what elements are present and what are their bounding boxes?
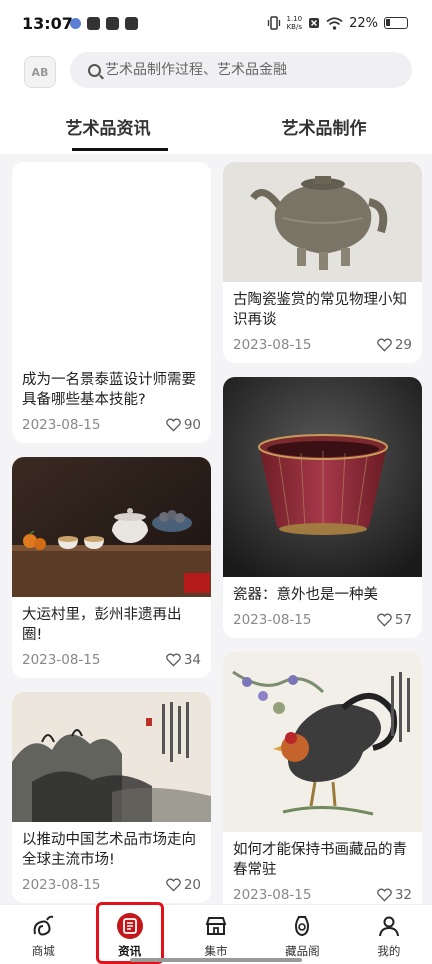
like-button[interactable]: 20 xyxy=(165,877,201,893)
rooster-painting-image xyxy=(223,652,422,832)
like-button[interactable]: 57 xyxy=(376,612,412,628)
mall-icon xyxy=(30,913,56,939)
heart-icon xyxy=(165,878,181,892)
article-title: 如何才能保持书画藏品的青春常驻 xyxy=(233,842,407,878)
article-card[interactable]: 大运村里，彭州非遗再出圈! 2023-08-15 34 xyxy=(12,457,211,678)
home-indicator xyxy=(130,958,302,962)
ancient-pot-image xyxy=(223,162,422,282)
article-card[interactable]: 成为一名景泰蓝设计师需要具备哪些基本技能? 2023-08-15 90 xyxy=(12,162,211,443)
article-title: 古陶瓷鉴赏的常见物理小知识再谈 xyxy=(233,292,407,328)
notification-icon xyxy=(70,18,81,29)
like-count: 90 xyxy=(183,417,201,433)
tea-set-image xyxy=(12,457,211,597)
profile-icon xyxy=(376,913,402,939)
article-date: 2023-08-15 xyxy=(233,887,312,903)
article-date: 2023-08-15 xyxy=(22,652,101,668)
ink-landscape-image xyxy=(12,692,211,822)
article-date: 2023-08-15 xyxy=(22,877,101,893)
like-count: 29 xyxy=(394,337,412,353)
like-count: 57 xyxy=(394,612,412,628)
tab-collection[interactable]: 藏品阁 xyxy=(259,905,345,964)
heart-icon xyxy=(376,338,392,352)
like-button[interactable]: 32 xyxy=(376,887,412,903)
article-feed: 成为一名景泰蓝设计师需要具备哪些基本技能? 2023-08-15 90 大运村里… xyxy=(0,154,432,904)
category-tabs: 艺术品资讯 艺术品制作 xyxy=(0,110,432,154)
red-bowl-image xyxy=(223,377,422,577)
like-button[interactable]: 90 xyxy=(165,417,201,433)
article-title: 成为一名景泰蓝设计师需要具备哪些基本技能? xyxy=(22,372,196,408)
like-count: 32 xyxy=(394,887,412,903)
article-title: 瓷器：意外也是一种美 xyxy=(233,587,378,603)
status-time: 13:07 xyxy=(22,14,73,33)
like-button[interactable]: 29 xyxy=(376,337,412,353)
status-indicators: 1.10 KB/s 22% xyxy=(267,15,408,31)
article-date: 2023-08-15 xyxy=(233,612,312,628)
tab-label: 藏品阁 xyxy=(285,944,320,958)
like-count: 20 xyxy=(183,877,201,893)
article-image xyxy=(12,162,211,362)
tab-label: 集市 xyxy=(204,944,228,958)
app-notification-icon xyxy=(87,17,100,30)
tab-news[interactable]: 资讯 xyxy=(86,905,172,964)
header: AB 艺术品资讯 艺术品制作 xyxy=(0,50,432,154)
tab-label: 我的 xyxy=(377,944,401,958)
feed-column-left: 成为一名景泰蓝设计师需要具备哪些基本技能? 2023-08-15 90 大运村里… xyxy=(12,162,211,903)
vibrate-icon xyxy=(267,16,280,30)
bottom-tab-bar: 商城 资讯 集市 藏品阁 我的 xyxy=(0,904,432,964)
app-logo[interactable]: AB xyxy=(24,56,56,88)
like-button[interactable]: 34 xyxy=(165,652,201,668)
network-speed: 1.10 KB/s xyxy=(286,15,303,31)
feed-column-right: 古陶瓷鉴赏的常见物理小知识再谈 2023-08-15 29 瓷器：意外也是一种美… xyxy=(223,162,422,904)
heart-icon xyxy=(165,418,181,432)
article-title: 以推动中国艺术品市场走向全球主流市场! xyxy=(22,832,196,868)
tab-label: 资讯 xyxy=(118,944,142,958)
tab-art-making[interactable]: 艺术品制作 xyxy=(216,110,432,154)
news-icon xyxy=(116,913,143,939)
no-sim-icon xyxy=(309,18,320,28)
wifi-icon xyxy=(326,16,343,30)
battery-icon xyxy=(384,17,408,29)
search-bar[interactable] xyxy=(70,52,412,88)
tab-label: 商城 xyxy=(31,944,55,958)
status-app-icons xyxy=(70,17,138,30)
tiktok-icon xyxy=(106,17,119,30)
article-card[interactable]: 以推动中国艺术品市场走向全球主流市场! 2023-08-15 20 xyxy=(12,692,211,903)
search-input[interactable] xyxy=(105,62,395,78)
search-icon xyxy=(88,63,101,77)
article-date: 2023-08-15 xyxy=(22,417,101,433)
heart-icon xyxy=(165,653,181,667)
tab-art-news[interactable]: 艺术品资讯 xyxy=(0,110,216,154)
app-notification-icon xyxy=(125,17,138,30)
battery-percent: 22% xyxy=(349,15,378,31)
article-card[interactable]: 瓷器：意外也是一种美 2023-08-15 57 xyxy=(223,377,422,638)
tab-profile[interactable]: 我的 xyxy=(346,905,432,964)
status-bar: 13:07 1.10 KB/s 22% xyxy=(0,0,432,50)
tab-market[interactable]: 集市 xyxy=(173,905,259,964)
market-icon xyxy=(203,913,229,939)
article-title: 大运村里，彭州非遗再出圈! xyxy=(22,607,182,643)
heart-icon xyxy=(376,888,392,902)
article-card[interactable]: 古陶瓷鉴赏的常见物理小知识再谈 2023-08-15 29 xyxy=(223,162,422,363)
heart-icon xyxy=(376,613,392,627)
article-date: 2023-08-15 xyxy=(233,337,312,353)
like-count: 34 xyxy=(183,652,201,668)
collection-icon xyxy=(289,913,315,939)
article-card[interactable]: 如何才能保持书画藏品的青春常驻 2023-08-15 32 xyxy=(223,652,422,904)
tab-mall[interactable]: 商城 xyxy=(0,905,86,964)
